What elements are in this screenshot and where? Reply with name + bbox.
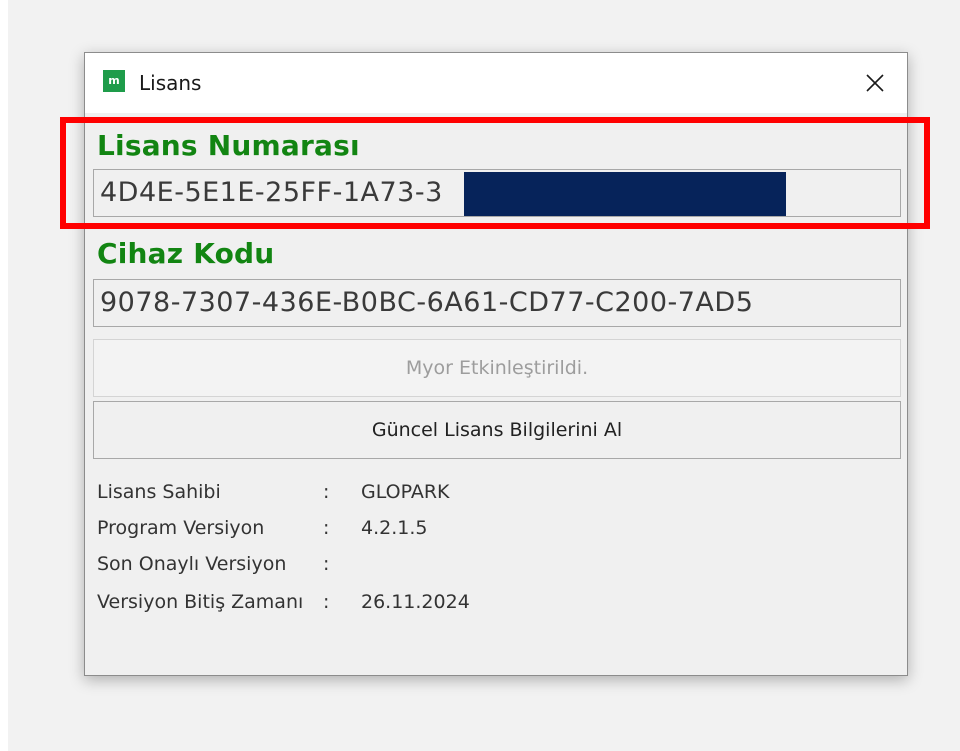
info-value: 4.2.1.5 [361, 517, 428, 539]
info-value: 26.11.2024 [361, 591, 470, 613]
info-label: Lisans Sahibi [97, 481, 221, 503]
info-label: Program Versiyon [97, 517, 265, 539]
redaction-block [464, 172, 786, 216]
license-number-heading: Lisans Numarası [97, 129, 360, 162]
license-number-field[interactable]: 4D4E-5E1E-25FF-1A73-3 [93, 169, 901, 217]
info-colon: : [323, 591, 330, 613]
device-code-heading: Cihaz Kodu [97, 237, 275, 270]
window-title: Lisans [139, 71, 202, 95]
license-dialog: m Lisans Lisans Numarası 4D4E-5E1E-25FF-… [84, 52, 908, 676]
refresh-license-info-button[interactable]: Güncel Lisans Bilgilerini Al [93, 401, 901, 459]
license-number-value: 4D4E-5E1E-25FF-1A73-3 [100, 177, 443, 208]
device-code-value: 9078-7307-436E-B0BC-6A61-CD77-C200-7AD5 [100, 287, 754, 318]
info-colon: : [323, 517, 330, 539]
device-code-field[interactable]: 9078-7307-436E-B0BC-6A61-CD77-C200-7AD5 [93, 279, 901, 327]
title-bar: m Lisans [85, 53, 907, 113]
info-colon: : [323, 553, 330, 575]
info-value: GLOPARK [361, 481, 450, 503]
info-colon: : [323, 481, 330, 503]
close-button[interactable] [855, 63, 895, 103]
close-icon [866, 74, 884, 92]
info-label: Son Onaylı Versiyon [97, 553, 287, 575]
app-logo-icon: m [103, 70, 125, 92]
info-label: Versiyon Bitiş Zamanı [97, 591, 304, 613]
activation-status-button: Myor Etkinleştirildi. [93, 339, 901, 397]
